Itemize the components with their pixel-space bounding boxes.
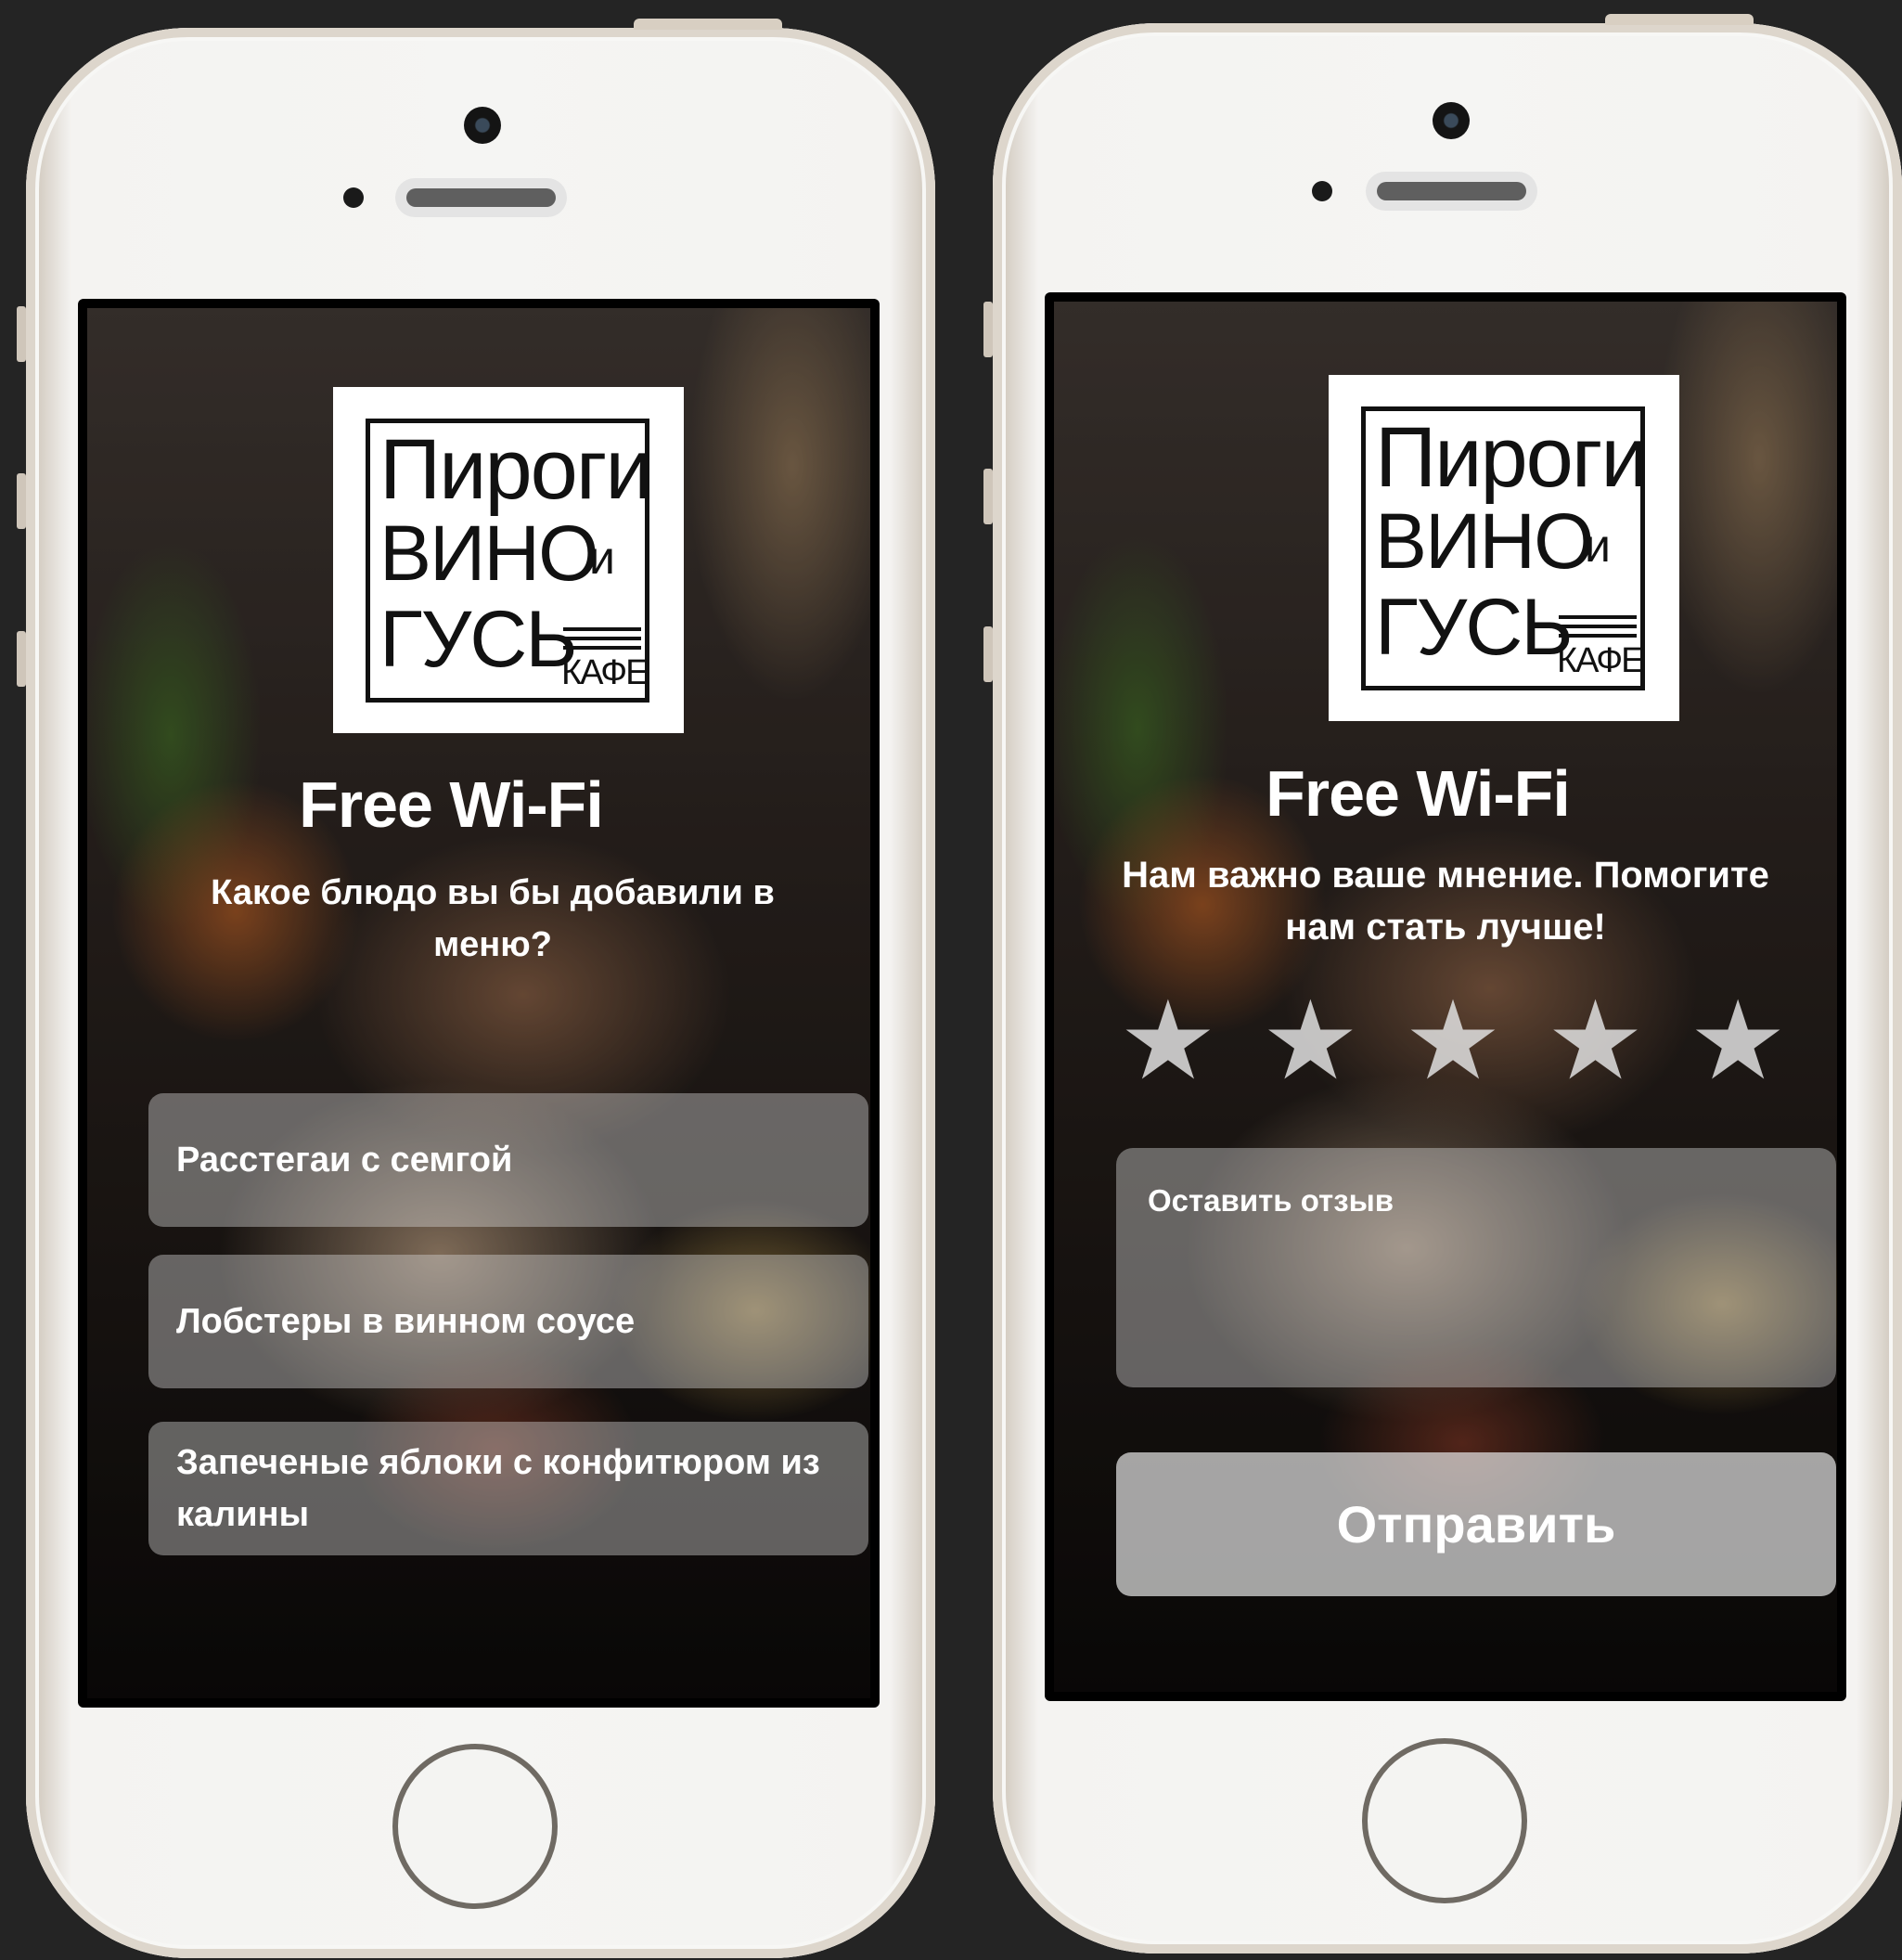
screen: Пироги ВИНО и ГУСЬ КАФЕ Free Wi-Fi Нам в… [1045, 292, 1846, 1701]
feedback-input[interactable] [1116, 1148, 1836, 1387]
logo-line-3: ГУСЬ [379, 595, 578, 684]
logo-bars [563, 627, 641, 655]
logo-cafe: КАФЕ [1557, 641, 1644, 680]
sensor [1312, 181, 1332, 201]
poll-question: Какое блюдо вы бы добавили в меню? [211, 873, 775, 964]
poll-option-label: Расстегаи с семгой [176, 1141, 513, 1180]
cafe-logo: Пироги ВИНО и ГУСЬ КАФЕ [333, 387, 684, 733]
poll-option-label: Лобстеры в винном соусе [176, 1302, 636, 1341]
logo-line-2: ВИНО [1375, 497, 1594, 585]
mute-switch [17, 306, 26, 362]
feedback-prompt: Нам важно ваше мнение. Помогите нам стат… [1122, 855, 1769, 948]
logo-frame: Пироги ВИНО и ГУСЬ КАФЕ [1361, 406, 1649, 690]
mute-switch [983, 302, 993, 357]
front-camera [1433, 102, 1470, 139]
volume-down-button [17, 631, 26, 687]
earpiece-speaker [1366, 172, 1537, 211]
poll-option[interactable]: Запеченые яблоки с конфитюром из калины [148, 1422, 868, 1555]
logo-bars [1559, 615, 1637, 643]
poll-option[interactable]: Лобстеры в винном соусе [148, 1255, 868, 1388]
page-title: Free Wi-Fi [299, 768, 604, 841]
phone-poll: Пироги ВИНО и ГУСЬ КАФЕ Free Wi-Fi Какое… [17, 19, 935, 1958]
power-button [1605, 14, 1754, 25]
star-rating: ★ ★ ★ ★ ★ [1119, 986, 1787, 1096]
star-icon[interactable]: ★ [1262, 986, 1360, 1096]
submit-button[interactable]: Отправить [1116, 1452, 1836, 1596]
logo-line-2: ВИНО [379, 509, 598, 597]
logo-line-3: ГУСЬ [1375, 583, 1574, 672]
volume-up-button [17, 473, 26, 529]
star-icon[interactable]: ★ [1119, 986, 1217, 1096]
logo-line-1: Пироги [379, 422, 653, 517]
star-icon[interactable]: ★ [1404, 986, 1502, 1096]
home-button[interactable] [392, 1744, 558, 1909]
power-button [634, 19, 782, 30]
front-camera [464, 107, 501, 144]
poll-option-label: Запеченые яблоки с конфитюром из калины [176, 1443, 820, 1534]
cafe-logo: Пироги ВИНО и ГУСЬ КАФЕ [1329, 375, 1679, 721]
screen: Пироги ВИНО и ГУСЬ КАФЕ Free Wi-Fi Какое… [78, 299, 880, 1708]
logo-cafe: КАФЕ [561, 653, 649, 692]
page-title: Free Wi-Fi [1266, 757, 1571, 830]
logo-and: и [1585, 520, 1611, 572]
earpiece-speaker [395, 178, 567, 217]
logo-line-1: Пироги [1375, 410, 1649, 505]
logo-frame: Пироги ВИНО и ГУСЬ КАФЕ [366, 419, 653, 703]
phone-feedback: Пироги ВИНО и ГУСЬ КАФЕ Free Wi-Fi Нам в… [983, 14, 1902, 1954]
volume-down-button [983, 626, 993, 682]
poll-option[interactable]: Расстегаи с семгой [148, 1093, 868, 1227]
home-button[interactable] [1362, 1738, 1527, 1903]
star-icon[interactable]: ★ [1547, 986, 1645, 1096]
sensor [343, 187, 364, 208]
star-icon[interactable]: ★ [1689, 986, 1787, 1096]
logo-and: и [589, 532, 615, 584]
volume-up-button [983, 469, 993, 524]
